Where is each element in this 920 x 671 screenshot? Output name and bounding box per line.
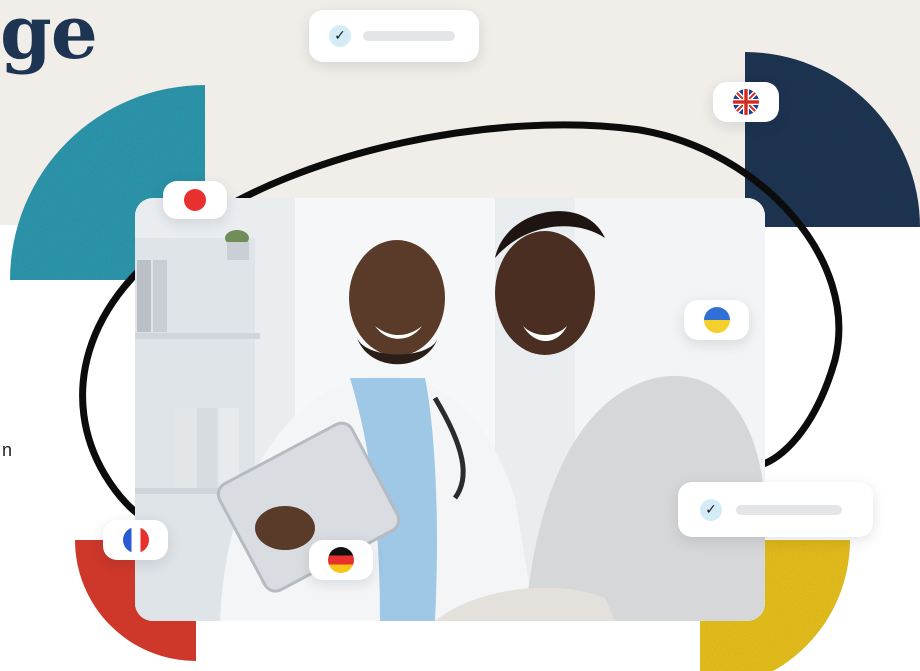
- germany-flag-icon: [328, 547, 354, 573]
- check-icon: ✓: [329, 25, 351, 47]
- ukraine-flag-icon: [703, 307, 730, 333]
- placeholder-bar: [363, 31, 455, 41]
- language-badge-japanese: [163, 181, 227, 219]
- language-badge-german: [309, 540, 373, 580]
- photo-illustration: [135, 198, 765, 621]
- top-check-pill: ✓: [309, 10, 479, 62]
- placeholder-bar: [736, 504, 842, 515]
- language-badge-english: [713, 82, 779, 122]
- language-badge-french: [103, 520, 168, 560]
- bottom-check-pill: ✓: [678, 482, 873, 537]
- check-icon: ✓: [700, 498, 722, 521]
- uk-flag-icon: [733, 89, 759, 115]
- doctor-patient-photo: [135, 198, 765, 621]
- language-badge-ukrainian: [684, 300, 749, 340]
- france-flag-icon: [122, 527, 149, 553]
- japan-flag-icon: [184, 189, 206, 211]
- navy-quarter-shape: [745, 52, 920, 227]
